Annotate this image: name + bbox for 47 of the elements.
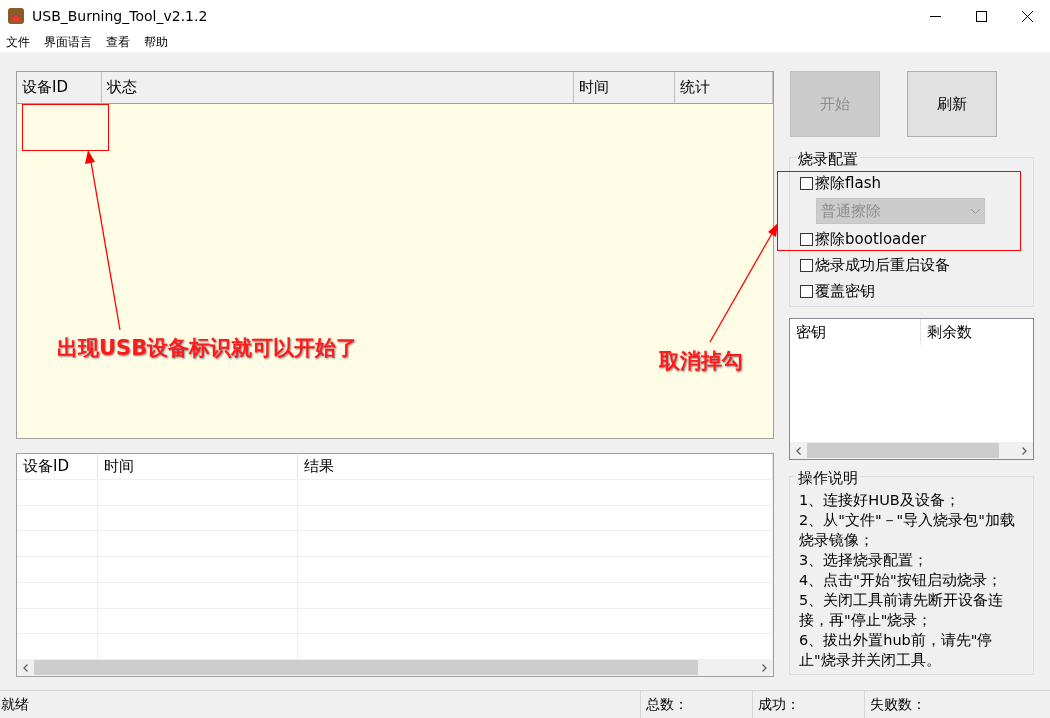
checkbox-label: 擦除bootloader	[815, 228, 927, 250]
checkbox-label: 擦除flash	[815, 172, 881, 194]
chevron-down-icon	[971, 208, 980, 214]
scroll-left-icon[interactable]	[796, 446, 801, 455]
instruction-text: 5、关闭工具前请先断开设备连接，再"停止"烧录；	[799, 591, 1005, 630]
column-header[interactable]: 统计	[675, 72, 773, 103]
status-text: 成功：	[752, 691, 864, 718]
checkbox-label: 烧录成功后重启设备	[815, 254, 950, 276]
status-text: 失败数：	[864, 691, 976, 718]
close-icon	[1021, 10, 1033, 22]
menu-item[interactable]: 界面语言	[44, 33, 92, 51]
column-header[interactable]: 设备ID	[17, 454, 98, 479]
checkbox[interactable]	[800, 176, 813, 190]
checkbox[interactable]	[800, 232, 813, 246]
annotation-text: 取消掉勾	[659, 348, 743, 375]
instruction-text: 1、连接好HUB及设备；	[799, 491, 961, 510]
checkbox-label: 覆盖密钥	[815, 280, 875, 302]
column-header[interactable]: 状态	[102, 72, 574, 103]
scroll-right-icon[interactable]	[1022, 446, 1027, 455]
annotation-text: 出现USB设备标识就可以开始了	[57, 335, 358, 362]
checkbox[interactable]	[800, 258, 813, 272]
column-header[interactable]: 时间	[574, 72, 675, 103]
menu-item[interactable]: 文件	[6, 33, 30, 51]
status-text: 总数：	[640, 691, 752, 718]
instruction-text: 6、拔出外置hub前，请先"停止"烧录并关闭工具。	[799, 631, 994, 670]
scroll-left-icon[interactable]	[23, 663, 28, 672]
checkbox[interactable]	[800, 284, 813, 298]
horizontal-scrollbar[interactable]	[17, 659, 773, 676]
menu-item[interactable]: 帮助	[144, 33, 168, 51]
status-text: 就绪	[0, 695, 30, 714]
horizontal-scrollbar[interactable]	[790, 442, 1033, 459]
maximize-icon	[975, 10, 987, 22]
column-header[interactable]: 时间	[98, 454, 298, 479]
column-header[interactable]: 剩余数	[921, 319, 1033, 345]
instruction-text: 4、点击"开始"按钮启动烧录；	[799, 571, 1003, 590]
column-header[interactable]: 设备ID	[17, 72, 102, 103]
column-header[interactable]: 密钥	[790, 319, 921, 345]
instruction-text: 2、从"文件"－"导入烧录包"加载烧录镜像；	[799, 511, 1016, 550]
column-header[interactable]: 结果	[298, 454, 773, 479]
scroll-thumb[interactable]	[34, 660, 699, 675]
action-button[interactable]: 刷新	[907, 71, 997, 137]
window-title: USB_Burning_Tool_v2.1.2	[32, 6, 208, 26]
scroll-thumb[interactable]	[807, 443, 1000, 458]
instruction-text: 3、选择烧录配置；	[799, 551, 930, 570]
scroll-right-icon[interactable]	[762, 663, 767, 672]
app-icon	[8, 8, 24, 24]
menu-item[interactable]: 查看	[106, 33, 130, 51]
